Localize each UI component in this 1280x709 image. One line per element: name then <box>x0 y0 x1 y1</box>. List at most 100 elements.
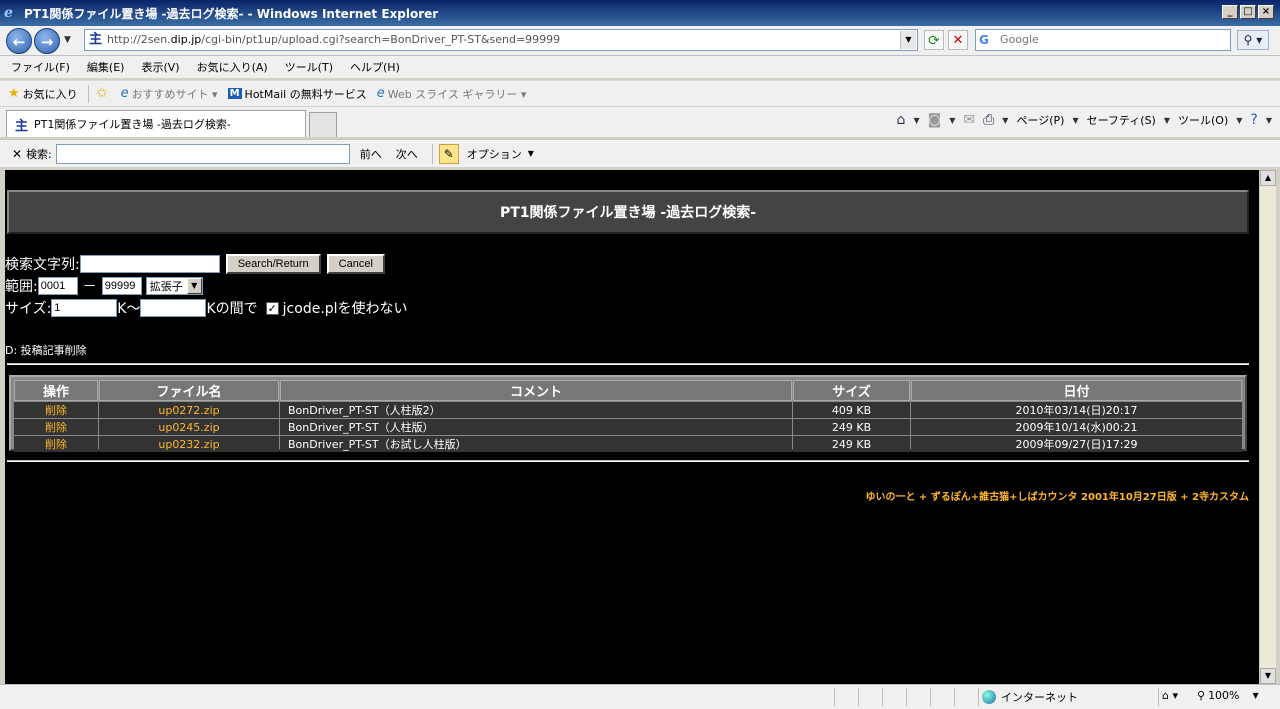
menu-view[interactable]: 表示(V) <box>141 59 179 75</box>
search-return-button[interactable]: Search/Return <box>225 254 321 274</box>
status-bar: インターネット ⌂ ▾ ⚲ 100% ▼ <box>0 684 1280 709</box>
close-button[interactable]: × <box>1258 5 1274 19</box>
menu-favorites[interactable]: お気に入り(A) <box>197 59 268 75</box>
tab-active[interactable]: 主 PT1関係ファイル置き場 -過去ログ検索- <box>6 110 306 137</box>
favbar-separator <box>87 84 89 103</box>
status-separator <box>954 688 955 706</box>
date-cell: 2010年03/14(日)20:17 <box>911 402 1242 418</box>
menu-tools[interactable]: ツール(T) <box>285 59 333 75</box>
zoom-magnifier-icon: ⚲ <box>1197 689 1206 702</box>
hotmail-link[interactable]: M HotMail の無料サービス <box>227 86 367 102</box>
stop-button[interactable]: ✕ <box>948 30 968 50</box>
file-link[interactable]: up0245.zip <box>158 421 219 434</box>
delete-link[interactable]: 削除 <box>45 438 67 451</box>
scroll-up-icon[interactable]: ▲ <box>1260 170 1276 186</box>
footer-credits[interactable]: ゆいの一と + ずるぽん+誰古猫+しばカウンタ 2001年10月27日版 + 2… <box>865 488 1249 503</box>
history-dropdown-icon[interactable]: ▼ <box>64 35 71 45</box>
extension-select[interactable]: 拡張子 ▼ <box>145 277 203 295</box>
status-separator <box>978 688 979 706</box>
print-dropdown-icon[interactable]: ▼ <box>1002 116 1008 125</box>
highlight-icon[interactable]: ✎ <box>438 143 459 164</box>
address-bar[interactable]: 主 http://2sen.dip.jp/cgi-bin/pt1up/uploa… <box>84 29 918 51</box>
page-content: PT1関係ファイル置き場 -過去ログ検索- 検索文字列: Search/Retu… <box>5 170 1259 684</box>
refresh-button[interactable]: ⟳ <box>924 30 944 50</box>
jcode-checkbox[interactable]: ✓ <box>265 301 279 315</box>
cancel-button[interactable]: Cancel <box>326 254 385 274</box>
zoom-dropdown-icon: ▼ <box>1252 691 1259 700</box>
star-icon: ★ <box>8 86 20 101</box>
feed-dropdown-icon[interactable]: ▼ <box>949 116 955 125</box>
size-mid-label: K～ <box>117 301 141 317</box>
delete-link[interactable]: 削除 <box>45 404 67 417</box>
comment-cell: BonDriver_PT-ST（お試し人柱版） <box>280 436 792 452</box>
search-box[interactable]: G Google <box>975 29 1231 51</box>
home-icon[interactable]: ⌂ <box>897 112 906 128</box>
menu-bar: ファイル(F) 編集(E) 表示(V) お気に入り(A) ツール(T) ヘルプ(… <box>0 56 1280 78</box>
address-url: http://2sen.dip.jp/cgi-bin/pt1up/upload.… <box>107 33 561 46</box>
range-dash: － <box>82 279 97 295</box>
mail-icon[interactable]: ✉ <box>963 112 975 128</box>
favorites-button[interactable]: ★ お気に入り <box>8 86 78 102</box>
file-link[interactable]: up0232.zip <box>158 438 219 451</box>
menu-edit[interactable]: 編集(E) <box>87 59 125 75</box>
menu-help[interactable]: ヘルプ(H) <box>350 59 400 75</box>
add-favorite-button[interactable]: ✩ <box>97 86 111 101</box>
protected-mode-icon[interactable]: ⌂ ▾ <box>1162 689 1178 702</box>
delete-link[interactable]: 削除 <box>45 421 67 434</box>
menu-file[interactable]: ファイル(F) <box>11 59 70 75</box>
header-size: サイズ <box>793 380 910 401</box>
web-slice-gallery-link[interactable]: e Web スライス ギャラリー ▾ <box>377 86 527 102</box>
size-to-input[interactable] <box>140 299 207 317</box>
range-to-input[interactable] <box>101 277 142 295</box>
zoom-control[interactable]: ⚲ 100% ▼ <box>1197 689 1259 702</box>
window-controls: _ □ × <box>1222 5 1274 19</box>
search-string-input[interactable] <box>79 255 220 273</box>
tab-favicon-icon: 主 <box>15 118 29 134</box>
find-input[interactable] <box>55 143 350 164</box>
file-link[interactable]: up0272.zip <box>158 404 219 417</box>
home-dropdown-icon[interactable]: ▼ <box>913 116 919 125</box>
find-options[interactable]: ✎ オプション ▼ <box>431 143 534 164</box>
print-icon[interactable]: ⎙ <box>983 112 994 128</box>
range-row: 範囲: － 拡張子 ▼ <box>5 276 203 296</box>
suggested-sites-button[interactable]: e おすすめサイト ▾ <box>121 86 218 102</box>
page-menu[interactable]: ページ(P) <box>1016 112 1064 128</box>
vertical-scrollbar[interactable]: ▲ ▼ <box>1259 170 1276 684</box>
search-label: 検索文字列: <box>5 257 80 273</box>
search-row: 検索文字列: Search/Return Cancel <box>5 254 385 274</box>
results-table: 操作 ファイル名 コメント サイズ 日付 削除 up0272.zip BonDr… <box>9 375 1247 452</box>
back-button[interactable]: ← <box>6 28 32 54</box>
back-arrow-icon: ← <box>12 33 26 51</box>
address-dropdown-icon[interactable]: ▼ <box>900 31 916 49</box>
range-from-input[interactable] <box>37 277 78 295</box>
page-dropdown-icon[interactable]: ▼ <box>1072 116 1078 125</box>
tools-dropdown-icon[interactable]: ▼ <box>1236 116 1242 125</box>
tools-menu[interactable]: ツール(O) <box>1178 112 1228 128</box>
forward-button[interactable]: → <box>34 28 60 54</box>
select-dropdown-icon: ▼ <box>186 278 202 294</box>
size-from-input[interactable] <box>51 299 118 317</box>
size-suffix-label: Kの間で <box>206 301 258 317</box>
new-tab-button[interactable] <box>309 112 337 137</box>
status-separator <box>1158 688 1159 706</box>
help-icon[interactable]: ? <box>1250 112 1257 128</box>
status-separator <box>906 688 907 706</box>
stop-icon: ✕ <box>952 33 964 48</box>
ie-logo-icon: e <box>4 5 13 21</box>
safety-menu[interactable]: セーフティ(S) <box>1087 112 1156 128</box>
safety-dropdown-icon[interactable]: ▼ <box>1164 116 1170 125</box>
scroll-down-icon[interactable]: ▼ <box>1260 668 1276 684</box>
size-cell: 249 KB <box>793 419 910 435</box>
help-dropdown-icon[interactable]: ▼ <box>1266 116 1272 125</box>
page-title: PT1関係ファイル置き場 -過去ログ検索- <box>7 190 1249 234</box>
search-placeholder: Google <box>1000 33 1039 46</box>
minimize-button[interactable]: _ <box>1222 5 1238 19</box>
rss-feed-icon[interactable]: ◙ <box>928 112 942 128</box>
find-prev-button[interactable]: 前へ <box>360 146 382 162</box>
find-next-button[interactable]: 次へ <box>396 146 418 162</box>
search-go-button[interactable]: ⚲ ▾ <box>1237 30 1269 50</box>
maximize-button[interactable]: □ <box>1240 5 1256 19</box>
security-zone[interactable]: インターネット <box>982 689 1078 705</box>
close-find-icon[interactable]: ✕ <box>12 147 22 161</box>
web-slice-icon: e <box>376 86 385 101</box>
